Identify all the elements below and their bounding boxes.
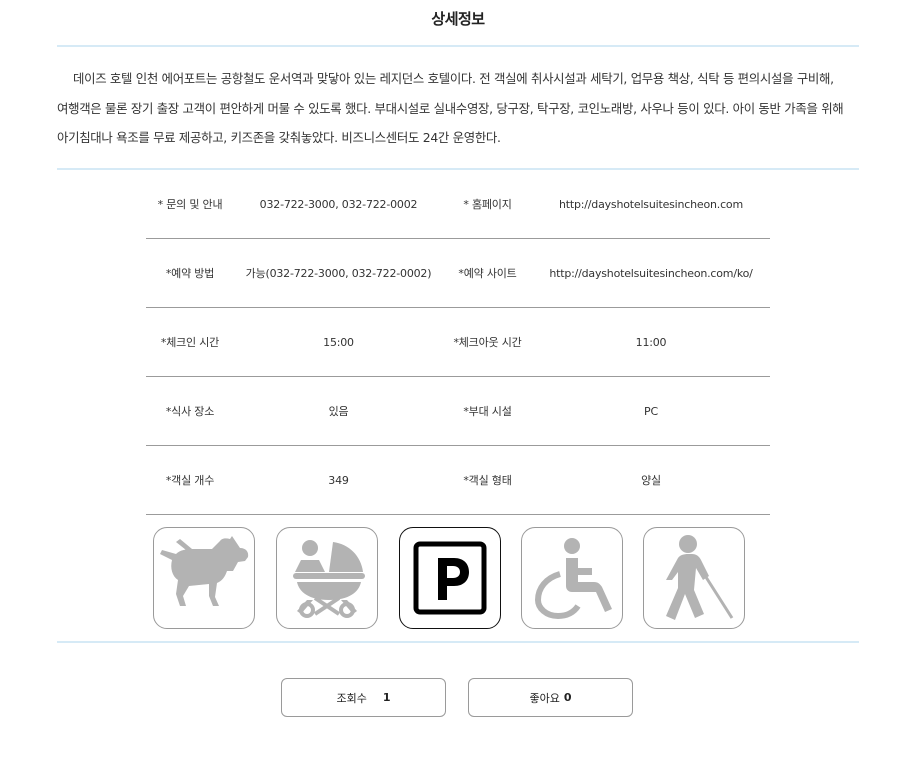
label-homepage: * 홈페이지 [443,170,532,239]
label-reservation-method: *예약 방법 [146,238,234,308]
divider [57,641,859,643]
value-amenities: PC [532,376,770,446]
likes-count: 0 [563,691,572,704]
value-room-type: 양실 [532,445,770,515]
table-row: *객실 개수 349 *객실 형태 양실 [146,445,770,515]
label-checkin: *체크인 시간 [146,307,234,377]
likes-label: 좋아요 [529,691,560,705]
stroller-icon [276,527,378,629]
parking-icon [399,527,501,629]
views-count: 1 [382,691,391,704]
value-dining: 있음 [234,376,443,446]
value-room-count: 349 [234,445,443,515]
description: 데이즈 호텔 인천 에어포트는 공항철도 운서역과 맞닿아 있는 레지던스 호텔… [57,71,844,145]
label-inquiry: * 문의 및 안내 [146,170,234,239]
label-dining: *식사 장소 [146,376,234,446]
value-inquiry: 032-722-3000, 032-722-0002 [234,170,443,239]
info-table: * 문의 및 안내 032-722-3000, 032-722-0002 * 홈… [146,170,770,515]
pet-icon [153,527,255,629]
visually-impaired-icon [643,527,745,629]
label-amenities: *부대 시설 [443,376,532,446]
views-counter: 조회수 1 [281,678,446,717]
views-label: 조회수 [336,691,367,705]
label-room-count: *객실 개수 [146,445,234,515]
value-checkin: 15:00 [234,307,443,377]
label-room-type: *객실 형태 [443,445,532,515]
value-checkout: 11:00 [532,307,770,377]
value-homepage[interactable]: http://dayshotelsuitesincheon.com [532,170,770,239]
divider [57,45,859,47]
value-reservation-site[interactable]: http://dayshotelsuitesincheon.com/ko/ [532,238,770,308]
table-row: *예약 방법 가능(032-722-3000, 032-722-0002) *예… [146,238,770,308]
page-title: 상세정보 [431,10,485,28]
table-row: *식사 장소 있음 *부대 시설 PC [146,376,770,446]
wheelchair-icon [521,527,623,629]
value-reservation-method: 가능(032-722-3000, 032-722-0002) [234,238,443,308]
label-reservation-site: *예약 사이트 [443,238,532,308]
table-row: * 문의 및 안내 032-722-3000, 032-722-0002 * 홈… [146,170,770,239]
like-button[interactable]: 좋아요 0 [468,678,633,717]
table-row: *체크인 시간 15:00 *체크아웃 시간 11:00 [146,307,770,377]
label-checkout: *체크아웃 시간 [443,307,532,377]
